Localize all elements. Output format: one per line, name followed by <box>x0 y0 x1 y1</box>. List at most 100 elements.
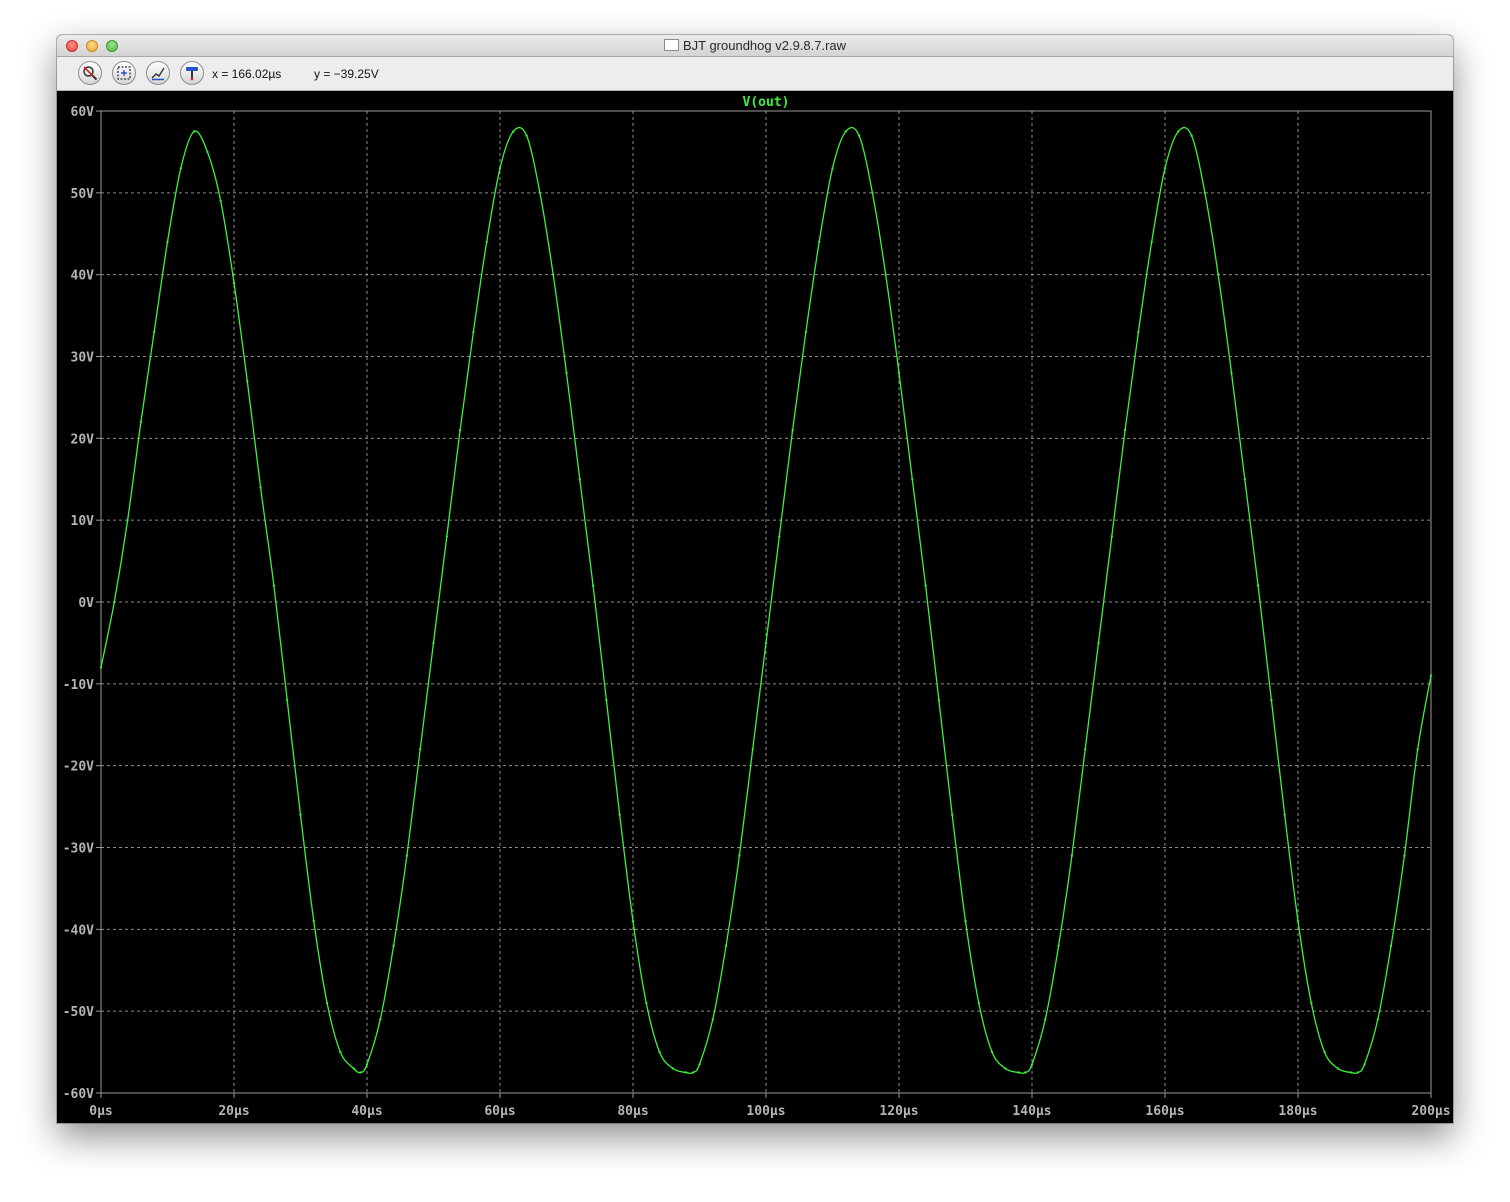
series-point <box>1044 1018 1047 1021</box>
series-point <box>99 666 103 669</box>
series-point <box>658 1050 661 1054</box>
y-tick-label: -50V <box>63 1005 94 1020</box>
series-point <box>379 1018 382 1021</box>
series-point <box>818 240 821 244</box>
cursor-x-readout: x = 166.02µs <box>212 67 282 81</box>
series-point <box>1057 944 1060 947</box>
series-point <box>538 191 542 194</box>
y-tick-label: 50V <box>71 187 95 202</box>
series-point <box>751 748 754 751</box>
series-point <box>618 813 621 816</box>
series-point <box>166 240 169 244</box>
series-point <box>206 150 209 154</box>
y-tick-label: -20V <box>63 760 94 775</box>
series-point <box>778 535 781 538</box>
autorange-y-icon <box>151 67 165 81</box>
y-tick-label: 60V <box>71 105 95 120</box>
series-point <box>1004 1067 1007 1070</box>
series-point <box>1150 240 1153 244</box>
y-tick-label: 30V <box>71 351 95 366</box>
series-point <box>472 330 475 334</box>
series-point <box>1389 944 1393 947</box>
series-point <box>458 428 462 432</box>
series-point <box>1376 1018 1380 1021</box>
series-point <box>977 1001 980 1005</box>
series-point <box>937 699 941 702</box>
x-tick-label: 60µs <box>484 1104 515 1119</box>
series-point <box>1363 1063 1366 1066</box>
autorange-y-button[interactable] <box>146 61 170 85</box>
series-point <box>857 134 861 137</box>
series-point <box>1230 371 1233 375</box>
series-point <box>232 281 236 285</box>
series-point <box>578 478 581 481</box>
series-point <box>804 330 808 334</box>
series-point <box>691 1071 695 1074</box>
window-title-text: BJT groundhog v2.9.8.7.raw <box>682 38 847 53</box>
series-point <box>259 486 262 489</box>
y-tick-label: 0V <box>78 596 94 611</box>
series-point <box>724 944 728 947</box>
series-point <box>325 1001 329 1005</box>
probe-button[interactable] <box>180 61 204 85</box>
y-tick-label: 40V <box>71 269 95 284</box>
x-tick-label: 180µs <box>1278 1104 1317 1119</box>
series-point <box>1030 1063 1034 1066</box>
series-point <box>698 1063 701 1066</box>
series-point <box>964 919 967 923</box>
series-point <box>844 130 847 133</box>
series-point <box>951 813 954 816</box>
series-point <box>1243 478 1247 481</box>
series-point <box>192 130 196 133</box>
series-point <box>1356 1071 1360 1074</box>
autorange-icon <box>117 66 131 80</box>
series-point <box>1310 1001 1313 1005</box>
series-point <box>645 1001 648 1005</box>
y-tick-label: -30V <box>63 842 94 857</box>
series-point <box>1163 167 1167 170</box>
series-point <box>871 191 874 194</box>
x-tick-label: 80µs <box>617 1104 648 1119</box>
x-tick-label: 100µs <box>746 1104 785 1119</box>
autorange-button[interactable] <box>112 61 136 85</box>
series-point <box>1110 535 1114 538</box>
y-tick-label: -60V <box>63 1087 94 1102</box>
series-point <box>1203 191 1207 194</box>
title-bar[interactable]: BJT groundhog v2.9.8.7.raw <box>57 35 1453 57</box>
series-point <box>445 535 448 538</box>
y-tick-label: 20V <box>71 432 95 447</box>
series-point <box>432 641 435 645</box>
x-tick-label: 200µs <box>1411 1104 1450 1119</box>
series-point <box>1084 748 1087 751</box>
x-tick-label: 20µs <box>218 1104 249 1119</box>
series-point <box>990 1050 994 1054</box>
waveform-plot[interactable]: 60V 50V 40V 30V 20V 10V 0V -10V -20V -30V -40V -50V… <box>57 91 1453 1123</box>
series-point <box>359 1071 362 1074</box>
series-point <box>1403 854 1406 857</box>
x-tick-label: 140µs <box>1012 1104 1051 1119</box>
series-point <box>365 1063 369 1066</box>
series-point <box>1323 1050 1326 1054</box>
series-point <box>1217 273 1220 276</box>
waveform-window: BJT groundhog v2.9.8.7.raw x = 166.02µs … <box>57 35 1453 1123</box>
series-point <box>671 1067 675 1070</box>
x-tick-label: 0µs <box>89 1104 112 1119</box>
x-tick-label: 40µs <box>351 1104 382 1119</box>
y-tick-label: -40V <box>63 923 94 938</box>
waveform-document-icon <box>663 39 679 51</box>
series-point <box>1024 1071 1027 1074</box>
series-point <box>246 379 249 383</box>
y-tick-label: -10V <box>63 678 94 693</box>
series-point <box>352 1067 355 1070</box>
plot-area[interactable]: 60V 50V 40V 30V 20V 10V 0V -10V -20V -30V -40V -50V… <box>57 91 1453 1123</box>
series-point <box>1350 1071 1353 1074</box>
series-point <box>498 167 502 170</box>
cursor-y-readout: y = −39.25V <box>314 67 379 81</box>
series-point <box>179 167 182 170</box>
series-point <box>1296 919 1300 923</box>
zoom-cancel-button[interactable] <box>78 61 102 85</box>
series-point <box>392 944 395 947</box>
y-tick-label: 10V <box>71 514 95 529</box>
zoom-cancel-icon <box>83 66 98 81</box>
series-point <box>113 600 116 604</box>
